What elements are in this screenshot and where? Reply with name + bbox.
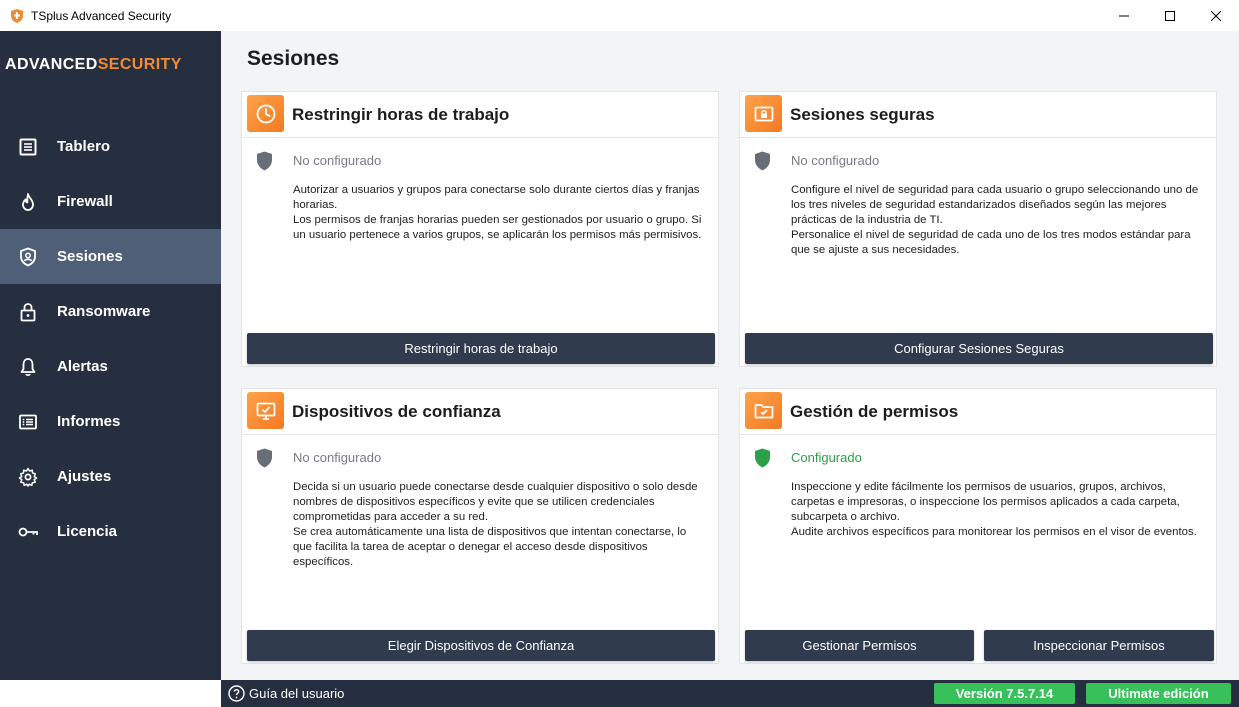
sidebar-item-label: Ransomware xyxy=(57,303,151,320)
secure-session-icon xyxy=(745,95,782,132)
card-header: Gestión de permisos xyxy=(740,389,1216,435)
sidebar-item-ajustes[interactable]: Ajustes xyxy=(0,449,221,504)
sidebar-item-label: Tablero xyxy=(57,138,111,155)
gear-icon xyxy=(17,466,39,488)
shield-status-icon xyxy=(257,448,272,468)
status-text: No configurado xyxy=(293,450,382,465)
flame-icon xyxy=(17,191,39,213)
sidebar-item-sesiones[interactable]: Sesiones xyxy=(0,229,221,284)
card-header: Sesiones seguras xyxy=(740,92,1216,138)
report-icon xyxy=(17,411,39,433)
close-icon xyxy=(1211,10,1221,21)
sidebar-item-label: Firewall xyxy=(57,193,113,210)
card-secure-sessions: Sesiones seguras No configurado Configur… xyxy=(739,91,1217,367)
card-description: Autorizar a usuarios y grupos para conec… xyxy=(293,184,702,241)
monitor-check-icon xyxy=(247,392,284,429)
card-description: Configure el nivel de seguridad para cad… xyxy=(791,184,1199,256)
card-description: Inspeccione y edite fácilmente los permi… xyxy=(791,481,1197,538)
status-text: No configurado xyxy=(293,153,382,168)
main-panel: Sesiones Restringir horas de trabajo No … xyxy=(221,31,1239,680)
manage-permissions-button[interactable]: Gestionar Permisos xyxy=(745,630,974,661)
page-title: Sesiones xyxy=(247,47,340,70)
inspect-permissions-button[interactable]: Inspeccionar Permisos xyxy=(984,630,1214,661)
help-icon xyxy=(228,685,245,702)
sidebar-item-firewall[interactable]: Firewall xyxy=(0,174,221,229)
card-description: Decida si un usuario puede conectarse de… xyxy=(293,481,698,568)
shield-status-icon xyxy=(755,151,770,171)
dashboard-icon xyxy=(17,136,39,158)
user-guide-link[interactable]: Guía del usuario xyxy=(228,685,344,702)
minimize-button[interactable] xyxy=(1101,0,1147,31)
configure-secure-sessions-button[interactable]: Configurar Sesiones Seguras xyxy=(745,333,1213,364)
folder-check-icon xyxy=(745,392,782,429)
sidebar-item-label: Sesiones xyxy=(57,248,123,265)
card-title: Dispositivos de confianza xyxy=(292,402,501,421)
key-icon xyxy=(17,521,39,543)
shield-check-status-icon xyxy=(755,448,770,468)
status-text: Configurado xyxy=(791,450,862,465)
sidebar-item-ransomware[interactable]: Ransomware xyxy=(0,284,221,339)
edition-badge[interactable]: Ultimate edición xyxy=(1086,683,1231,704)
card-title: Gestión de permisos xyxy=(790,402,959,421)
status-text: No configurado xyxy=(791,153,880,168)
choose-trusted-devices-button[interactable]: Elegir Dispositivos de Confianza xyxy=(247,630,715,661)
shield-user-icon xyxy=(17,246,39,268)
sidebar-item-alertas[interactable]: Alertas xyxy=(0,339,221,394)
sidebar-item-tablero[interactable]: Tablero xyxy=(0,119,221,174)
maximize-button[interactable] xyxy=(1147,0,1193,31)
card-title: Sesiones seguras xyxy=(790,105,935,124)
card-header: Dispositivos de confianza xyxy=(242,389,718,435)
sidebar-item-label: Ajustes xyxy=(57,468,112,485)
sidebar-item-informes[interactable]: Informes xyxy=(0,394,221,449)
restrict-working-hours-button[interactable]: Restringir horas de trabajo xyxy=(247,333,715,364)
shield-status-icon xyxy=(257,151,272,171)
brand-logo: ADVANCEDSECURITY xyxy=(5,56,182,73)
window-title: TSplus Advanced Security xyxy=(31,8,172,23)
title-bar: TSplus Advanced Security xyxy=(0,0,1239,31)
sidebar-item-label: Alertas xyxy=(57,358,108,375)
close-button[interactable] xyxy=(1193,0,1239,31)
card-header: Restringir horas de trabajo xyxy=(242,92,718,138)
sidebar-item-label: Licencia xyxy=(57,523,118,540)
card-title: Restringir horas de trabajo xyxy=(292,105,510,124)
sidebar-item-label: Informes xyxy=(57,413,121,430)
lock-icon xyxy=(17,301,39,323)
maximize-icon xyxy=(1165,10,1175,21)
card-permissions-management: Gestión de permisos Configurado Inspecci… xyxy=(739,388,1217,664)
card-trusted-devices: Dispositivos de confianza No configurado… xyxy=(241,388,719,664)
card-restrict-working-hours: Restringir horas de trabajo No configura… xyxy=(241,91,719,367)
bell-icon xyxy=(17,356,39,378)
status-bar: Guía del usuario Versión 7.5.7.14 Ultima… xyxy=(221,680,1239,707)
version-badge[interactable]: Versión 7.5.7.14 xyxy=(934,683,1075,704)
sidebar: ADVANCEDSECURITY Tablero Firewall Sesion… xyxy=(0,31,221,680)
minimize-icon xyxy=(1119,15,1129,16)
tsplus-logo-icon xyxy=(11,8,23,23)
sidebar-item-licencia[interactable]: Licencia xyxy=(0,504,221,559)
clock-icon xyxy=(247,95,284,132)
